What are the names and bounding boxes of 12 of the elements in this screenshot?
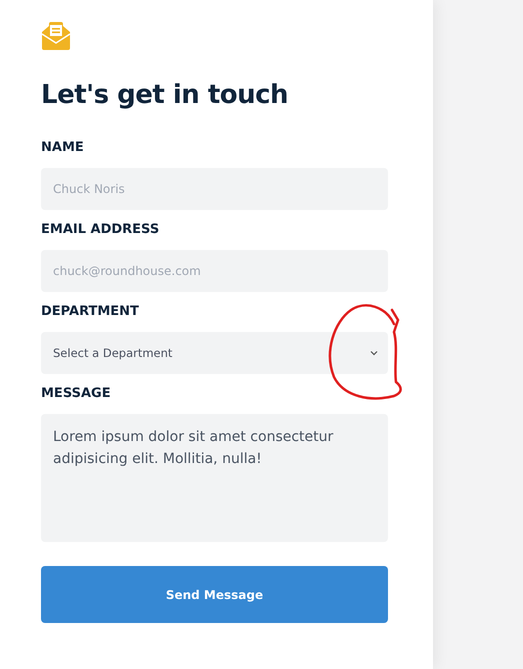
email-field[interactable]: chuck@roundhouse.com	[41, 250, 388, 292]
field-label: NAME	[41, 140, 85, 156]
message-field[interactable]: Lorem ipsum dolor sit amet consectetur adipisicing elit. Mollitia, nulla!	[41, 414, 388, 542]
page-title: Let's get in touch	[41, 80, 290, 110]
field-label: MESSAGE	[41, 386, 112, 402]
field-label: DEPARTMENT	[41, 304, 140, 320]
envelope-icon	[41, 22, 71, 50]
name-field[interactable]: Chuck Noris	[41, 168, 388, 210]
department-select[interactable]: Select a Department	[41, 332, 388, 374]
chevron-down-icon	[370, 350, 378, 356]
field-label: EMAIL ADDRESS	[41, 222, 160, 238]
send-message-button[interactable]: Send Message	[41, 566, 388, 623]
